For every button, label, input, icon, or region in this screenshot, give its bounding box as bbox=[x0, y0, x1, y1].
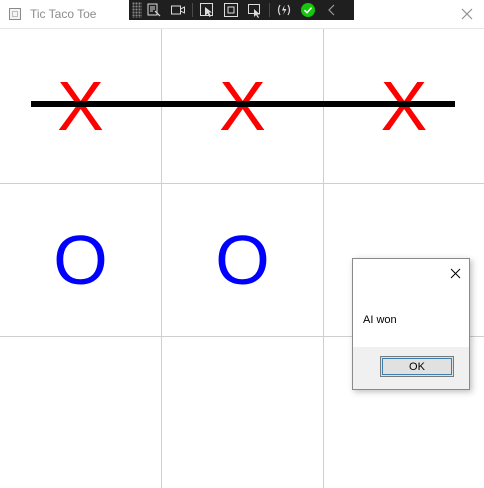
ok-button[interactable]: OK bbox=[380, 356, 454, 377]
layout-adorner-icon bbox=[224, 3, 238, 17]
collapse-icon bbox=[328, 4, 335, 16]
board-cell[interactable] bbox=[0, 337, 161, 488]
window-title: Tic Taco Toe bbox=[30, 7, 97, 21]
message-dialog: AI won OK bbox=[352, 258, 470, 390]
layout-adorner-button[interactable] bbox=[219, 0, 243, 20]
toolbar-separator bbox=[269, 3, 270, 17]
hot-reload-icon bbox=[277, 4, 291, 16]
record-icon bbox=[171, 5, 185, 15]
dialog-close-button[interactable] bbox=[447, 265, 463, 281]
track-focus-icon bbox=[248, 4, 260, 18]
app-icon bbox=[9, 8, 21, 20]
winning-line bbox=[31, 101, 455, 107]
record-button[interactable] bbox=[166, 0, 190, 20]
toolbar-separator bbox=[192, 3, 193, 17]
dialog-message: AI won bbox=[363, 314, 397, 326]
status-button[interactable] bbox=[296, 0, 320, 20]
close-icon bbox=[461, 8, 473, 20]
close-icon bbox=[450, 268, 460, 278]
select-element-button[interactable] bbox=[142, 0, 166, 20]
toolbar-grip[interactable] bbox=[132, 2, 142, 18]
board-cell[interactable] bbox=[162, 337, 323, 488]
dialog-footer: OK bbox=[353, 347, 469, 389]
hot-reload-button[interactable] bbox=[272, 0, 296, 20]
pointer-icon bbox=[200, 3, 213, 17]
board-cell[interactable]: O bbox=[0, 184, 161, 336]
check-icon bbox=[301, 3, 315, 17]
track-focus-button[interactable] bbox=[243, 0, 267, 20]
window-close-button[interactable] bbox=[456, 3, 478, 25]
collapse-toolbar-button[interactable] bbox=[320, 0, 344, 20]
debug-toolbar bbox=[129, 0, 354, 20]
board-cell[interactable]: O bbox=[162, 184, 323, 336]
select-element-icon bbox=[147, 3, 161, 17]
pointer-button[interactable] bbox=[195, 0, 219, 20]
